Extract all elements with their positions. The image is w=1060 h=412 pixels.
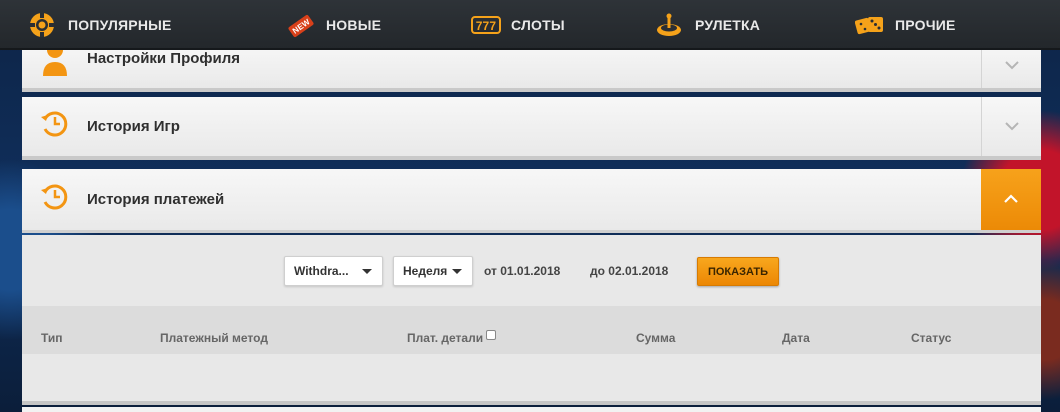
caret-down-icon — [362, 269, 372, 274]
nav-item-popular[interactable]: ПОПУЛЯРНЫЕ — [28, 0, 172, 50]
payment-history-panel: История платежей — [22, 169, 1041, 233]
roulette-icon — [655, 11, 683, 39]
game-history-header[interactable]: История Игр — [22, 97, 982, 156]
profile-settings-header[interactable]: Настройки Профиля — [22, 42, 982, 88]
column-header-payment-details-label: Плат. детали — [407, 331, 484, 345]
nav-label-slots: СЛОТЫ — [511, 17, 565, 33]
date-to[interactable]: до 02.01.2018 — [590, 264, 668, 278]
chevron-down-icon — [1004, 118, 1019, 136]
top-navigation: ПОПУЛЯРНЫЕ NEW НОВЫЕ 777 СЛОТЫ РУЛЕТКА П… — [0, 0, 1060, 50]
dice-icon — [854, 11, 883, 39]
nav-label-other: ПРОЧИЕ — [895, 17, 956, 33]
payment-history-toggle[interactable] — [981, 169, 1041, 230]
nav-item-roulette[interactable]: РУЛЕТКА — [655, 0, 760, 50]
nav-item-other[interactable]: ПРОЧИЕ — [854, 0, 956, 50]
date-from[interactable]: от 01.01.2018 — [484, 264, 560, 278]
next-panel-edge — [22, 407, 1041, 412]
new-badge-icon: NEW — [286, 11, 314, 39]
profile-settings-title: Настройки Профиля — [87, 50, 241, 67]
nav-label-popular: ПОПУЛЯРНЫЕ — [68, 17, 172, 33]
profile-settings-panel: Настройки Профиля — [22, 42, 1041, 92]
game-history-panel: История Игр — [22, 97, 1041, 160]
payment-history-title: История платежей — [87, 191, 225, 208]
transaction-type-select[interactable]: Withdra... — [284, 256, 383, 286]
nav-label-roulette: РУЛЕТКА — [695, 17, 761, 33]
column-header-payment-details: Плат. детали — [407, 330, 497, 345]
payment-details-checkbox[interactable] — [486, 330, 497, 340]
nav-label-new: НОВЫЕ — [326, 17, 382, 33]
poker-chip-icon — [28, 11, 56, 39]
game-history-toggle[interactable] — [981, 97, 1041, 156]
column-header-payment-method: Платежный метод — [160, 331, 268, 345]
nav-item-slots[interactable]: 777 СЛОТЫ — [471, 0, 565, 50]
column-header-status: Статус — [911, 331, 952, 345]
column-header-amount: Сумма — [636, 331, 676, 345]
caret-down-icon — [452, 269, 462, 274]
show-button[interactable]: ПОКАЗАТЬ — [697, 257, 779, 286]
column-header-date: Дата — [782, 331, 810, 345]
history-clock-icon — [40, 182, 70, 217]
chevron-down-icon — [1004, 57, 1019, 75]
payment-history-content: Withdra... Неделя от 01.01.2018 до 02.01… — [22, 235, 1041, 405]
period-value: Неделя — [403, 264, 448, 278]
slot-777-icon: 777 — [471, 11, 501, 39]
nav-item-new[interactable]: NEW НОВЫЕ — [286, 0, 381, 50]
table-body-empty — [22, 354, 1041, 401]
transaction-type-value: Withdra... — [294, 264, 349, 278]
game-history-title: История Игр — [87, 118, 180, 135]
column-header-type: Тип — [41, 331, 63, 345]
period-select[interactable]: Неделя — [393, 256, 473, 286]
payment-filters: Withdra... Неделя от 01.01.2018 до 02.01… — [22, 235, 1041, 306]
profile-settings-toggle[interactable] — [981, 44, 1041, 88]
payment-history-header[interactable]: История платежей — [22, 169, 982, 230]
chevron-up-icon — [1004, 191, 1018, 209]
svg-text:777: 777 — [476, 19, 497, 33]
history-clock-icon — [40, 109, 70, 144]
table-header: Тип Платежный метод Плат. детали Сумма Д… — [22, 306, 1041, 354]
